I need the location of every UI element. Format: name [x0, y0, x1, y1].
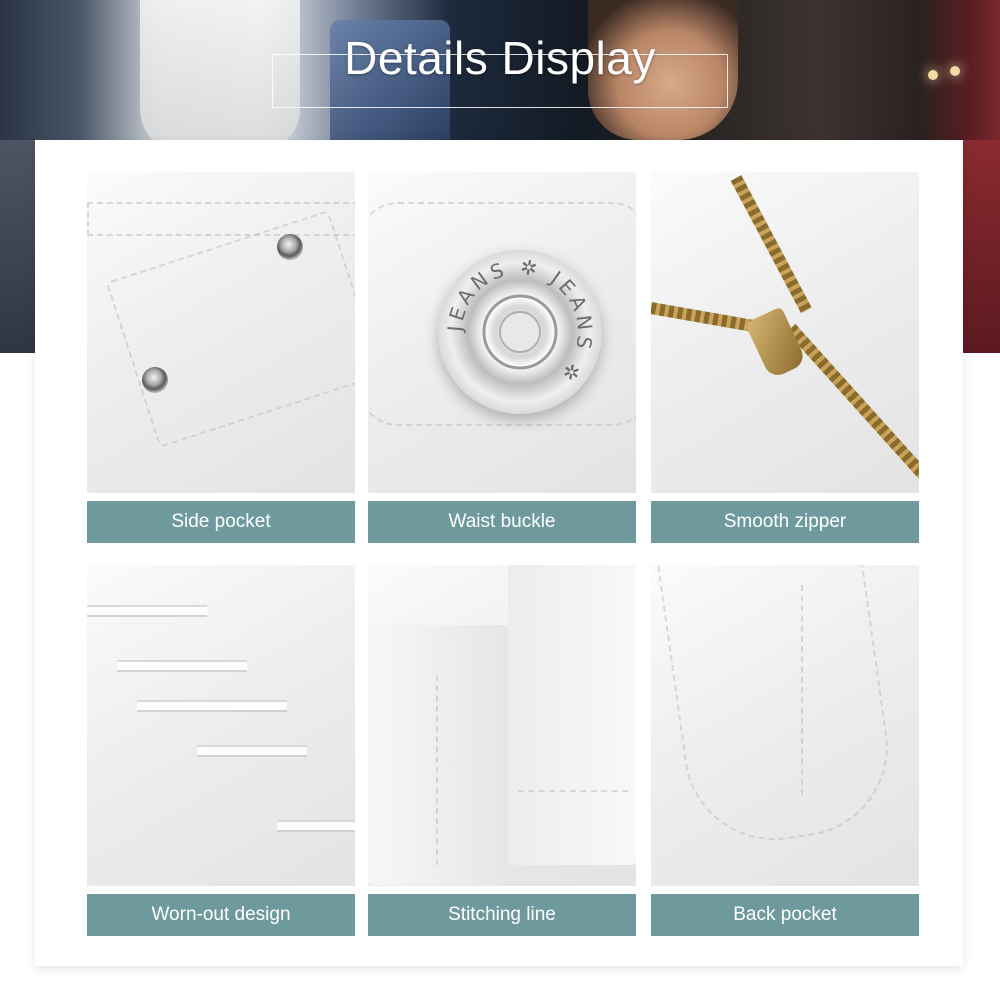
detail-caption: Waist buckle: [368, 501, 636, 543]
stitch-line: [518, 790, 628, 794]
rip-mark: [87, 605, 207, 617]
stitch-line: [801, 585, 805, 795]
hero-light: [950, 66, 960, 76]
zipper-pull-icon: [744, 306, 808, 380]
side-pocket-photo: [87, 172, 355, 493]
back-pocket-photo: [651, 565, 919, 886]
details-card: Side pocket JEANS ✲ JEANS ✲ Waist buckle: [35, 140, 963, 966]
rivet-icon: [277, 234, 303, 260]
page-title: Details Display: [344, 32, 656, 84]
rip-mark: [117, 660, 247, 672]
rip-mark: [137, 700, 287, 712]
hero-right-background: [962, 140, 1000, 353]
hero-light: [928, 70, 938, 80]
detail-caption: Smooth zipper: [651, 501, 919, 543]
button-engraving: JEANS ✲ JEANS ✲: [443, 254, 594, 389]
back-pocket-seam: [656, 565, 900, 852]
detail-caption: Stitching line: [368, 894, 636, 936]
detail-caption: Worn-out design: [87, 894, 355, 936]
stitch-line: [436, 675, 440, 865]
rip-mark: [277, 820, 355, 832]
pocket-seam: [105, 210, 355, 448]
detail-caption: Back pocket: [651, 894, 919, 936]
stitching-line-photo: [368, 565, 636, 886]
rivet-icon: [142, 367, 168, 393]
zipper-teeth: [786, 323, 919, 481]
zipper-teeth: [730, 175, 812, 314]
smooth-zipper-photo: [651, 172, 919, 493]
rip-mark: [197, 745, 307, 757]
worn-out-photo: [87, 565, 355, 886]
hero-left-background: [0, 140, 40, 353]
detail-caption: Side pocket: [87, 501, 355, 543]
trouser-leg: [508, 565, 636, 865]
waistband-seam: [87, 202, 355, 236]
jeans-button-icon: JEANS ✲ JEANS ✲: [438, 250, 602, 414]
waist-buckle-photo: JEANS ✲ JEANS ✲: [368, 172, 636, 493]
